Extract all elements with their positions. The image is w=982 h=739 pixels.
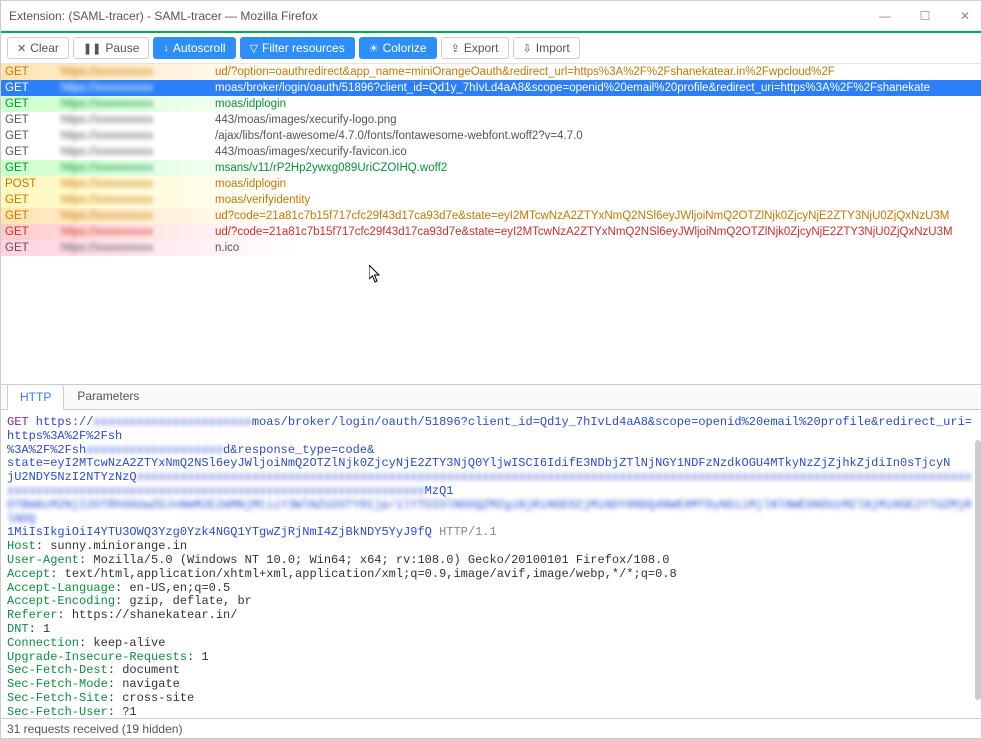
down-arrow-icon: ↓	[163, 42, 169, 54]
request-host: https://xxxxxxxxxx	[61, 194, 215, 206]
request-method: POST	[1, 178, 61, 190]
request-row[interactable]: GEThttps://xxxxxxxxxxud/?code=21a81c7b15…	[1, 224, 981, 240]
export-button[interactable]: ⇪Export	[441, 37, 509, 59]
header-line: User-Agent: Mozilla/5.0 (Windows NT 10.0…	[7, 554, 975, 568]
request-host: https://xxxxxxxxxx	[61, 146, 215, 158]
scrollbar-thumb[interactable]	[975, 440, 981, 700]
request-host: https://xxxxxxxxxx	[61, 162, 215, 174]
header-line: Upgrade-Insecure-Requests: 1	[7, 651, 975, 665]
request-row[interactable]: GEThttps://xxxxxxxxxxmsans/v11/rP2Hp2ywx…	[1, 160, 981, 176]
header-line: Host: sunny.miniorange.in	[7, 540, 975, 554]
x-icon: ✕	[17, 42, 26, 55]
request-method: GET	[1, 130, 61, 142]
window-title: Extension: (SAML-tracer) - SAML-tracer —…	[9, 9, 877, 23]
request-path: n.ico	[215, 242, 977, 254]
maximize-button[interactable]: ☐	[917, 9, 933, 23]
request-method: GET	[1, 114, 61, 126]
request-method: GET	[1, 66, 61, 78]
header-line: Accept: text/html,application/xhtml+xml,…	[7, 568, 975, 582]
request-path: ud?code=21a81c7b15f717cfc29f43d17ca93d7e…	[215, 210, 977, 222]
pause-icon: ❚❚	[83, 42, 101, 55]
request-host: https://xxxxxxxxxx	[61, 226, 215, 238]
titlebar: Extension: (SAML-tracer) - SAML-tracer —…	[1, 1, 981, 31]
header-line: Connection: keep-alive	[7, 637, 975, 651]
request-host: https://xxxxxxxxxx	[61, 98, 215, 110]
request-row[interactable]: GEThttps://xxxxxxxxxx443/moas/images/xec…	[1, 144, 981, 160]
import-button[interactable]: ⇩Import	[513, 37, 580, 59]
request-row[interactable]: GEThttps://xxxxxxxxxxmoas/broker/login/o…	[1, 80, 981, 96]
request-method: GET	[1, 242, 61, 254]
request-row[interactable]: GEThttps://xxxxxxxxxxud?code=21a81c7b15f…	[1, 208, 981, 224]
header-line: Sec-Fetch-Mode: navigate	[7, 678, 975, 692]
request-path: moas/idplogin	[215, 98, 977, 110]
request-path: /ajax/libs/font-awesome/4.7.0/fonts/font…	[215, 130, 977, 142]
request-path: 443/moas/images/xecurify-logo.png	[215, 114, 977, 126]
request-row[interactable]: POSThttps://xxxxxxxxxxmoas/idplogin	[1, 176, 981, 192]
colorize-button[interactable]: ☀Colorize	[359, 37, 437, 59]
request-row[interactable]: GEThttps://xxxxxxxxxxmoas/verifyidentity	[1, 192, 981, 208]
request-method: GET	[1, 226, 61, 238]
request-path: moas/broker/login/oauth/51896?client_id=…	[215, 82, 977, 94]
request-path: moas/idplogin	[215, 178, 977, 190]
sun-icon: ☀	[369, 42, 379, 55]
header-line: DNT: 1	[7, 623, 975, 637]
request-list[interactable]: GEThttps://xxxxxxxxxxud/?option=oauthred…	[1, 64, 981, 384]
request-path: ud/?option=oauthredirect&app_name=miniOr…	[215, 66, 977, 78]
header-line: Accept-Language: en-US,en;q=0.5	[7, 582, 975, 596]
statusbar: 31 requests received (19 hidden)	[1, 718, 981, 738]
request-method: GET	[1, 194, 61, 206]
import-icon: ⇩	[523, 42, 532, 55]
request-host: https://xxxxxxxxxx	[61, 210, 215, 222]
header-line: Sec-Fetch-Site: cross-site	[7, 692, 975, 706]
request-host: https://xxxxxxxxxx	[61, 66, 215, 78]
close-button[interactable]: ✕	[957, 9, 973, 23]
clear-button[interactable]: ✕Clear	[7, 37, 69, 59]
request-method: GET	[1, 210, 61, 222]
request-path: msans/v11/rP2Hp2ywxg089UriCZOIHQ.woff2	[215, 162, 977, 174]
request-host: https://xxxxxxxxxx	[61, 178, 215, 190]
header-line: Referer: https://shanekatear.in/	[7, 609, 975, 623]
header-line: Sec-Fetch-User: ?1	[7, 706, 975, 718]
request-row[interactable]: GEThttps://xxxxxxxxxxud/?option=oauthred…	[1, 64, 981, 80]
request-method: GET	[1, 98, 61, 110]
request-method: GET	[7, 415, 29, 429]
tab-http[interactable]: HTTP	[7, 384, 64, 410]
minimize-button[interactable]: —	[877, 9, 893, 23]
request-row[interactable]: GEThttps://xxxxxxxxxxn.ico	[1, 240, 981, 256]
toolbar: ✕Clear ❚❚Pause ↓Autoscroll ▽Filter resou…	[1, 33, 981, 64]
request-row[interactable]: GEThttps://xxxxxxxxxx/ajax/libs/font-awe…	[1, 128, 981, 144]
request-method: GET	[1, 146, 61, 158]
detail-tabs: HTTP Parameters	[1, 384, 981, 410]
header-line: Sec-Fetch-Dest: document	[7, 664, 975, 678]
request-host: https://xxxxxxxxxx	[61, 114, 215, 126]
filter-button[interactable]: ▽Filter resources	[240, 37, 355, 59]
detail-panel[interactable]: GET https://xxxxxxxxxxxxxxxxxxxxxxmoas/b…	[1, 410, 981, 718]
request-row[interactable]: GEThttps://xxxxxxxxxxmoas/idplogin	[1, 96, 981, 112]
tab-parameters[interactable]: Parameters	[64, 383, 152, 409]
status-text: 31 requests received (19 hidden)	[7, 722, 182, 736]
filter-icon: ▽	[250, 42, 258, 55]
autoscroll-button[interactable]: ↓Autoscroll	[153, 37, 235, 59]
request-row[interactable]: GEThttps://xxxxxxxxxx443/moas/images/xec…	[1, 112, 981, 128]
request-path: 443/moas/images/xecurify-favicon.ico	[215, 146, 977, 158]
request-method: GET	[1, 82, 61, 94]
header-line: Accept-Encoding: gzip, deflate, br	[7, 595, 975, 609]
request-path: ud/?code=21a81c7b15f717cfc29f43d17ca93d7…	[215, 226, 977, 238]
request-method: GET	[1, 162, 61, 174]
export-icon: ⇪	[451, 42, 460, 55]
request-path: moas/verifyidentity	[215, 194, 977, 206]
request-host: https://xxxxxxxxxx	[61, 82, 215, 94]
request-host: https://xxxxxxxxxx	[61, 242, 215, 254]
pause-button[interactable]: ❚❚Pause	[73, 37, 149, 59]
request-host: https://xxxxxxxxxx	[61, 130, 215, 142]
